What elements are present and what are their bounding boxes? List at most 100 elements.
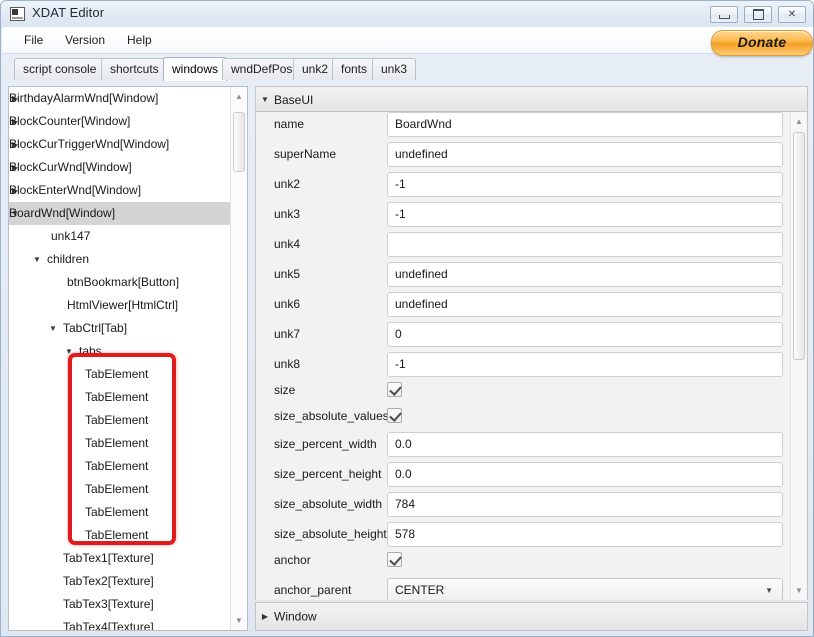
- window-tree-list[interactable]: ▶ BirthdayAlarmWnd[Window] ▶ BlockCounter[…: [9, 87, 231, 630]
- section-header-window[interactable]: ▶ Window: [255, 602, 808, 631]
- property-label: anchor_parent: [274, 583, 352, 597]
- tree-item-label: TabElement: [85, 367, 149, 381]
- property-label: size_absolute_values: [274, 409, 389, 423]
- property-input-size-absolute-width[interactable]: 784: [387, 492, 783, 517]
- property-label: anchor: [274, 553, 311, 567]
- properties-panel: ▼ BaseUI name BoardWnd superName undefine…: [255, 81, 808, 631]
- property-label: name: [274, 117, 305, 131]
- property-input-unk2[interactable]: -1: [387, 172, 783, 197]
- chevron-down-icon[interactable]: ▼: [765, 579, 773, 600]
- property-label: size: [274, 383, 296, 397]
- tab-unk3[interactable]: unk3: [372, 58, 417, 80]
- property-label: size_absolute_height: [274, 527, 387, 541]
- scroll-down-icon[interactable]: ▼: [231, 612, 247, 629]
- properties-scrollbar[interactable]: ▲ ▼: [790, 112, 806, 600]
- tree-row[interactable]: TabElement: [9, 386, 231, 409]
- property-label: unk7: [274, 327, 301, 341]
- tree-item-label: TabElement: [85, 390, 149, 404]
- tree-row[interactable]: TabElement: [9, 524, 231, 547]
- tree-item-label: TabTex4[Texture]: [63, 620, 154, 631]
- chevron-right-icon[interactable]: ▶: [256, 603, 274, 630]
- property-select-anchor-parent[interactable]: CENTER ▼: [387, 578, 783, 600]
- menu-item-file[interactable]: File: [16, 31, 51, 49]
- tree-row[interactable]: TabTex2[Texture]: [9, 570, 231, 593]
- tab-script-console[interactable]: script console: [14, 58, 106, 80]
- tree-item-label: TabElement: [85, 528, 149, 542]
- tree-row[interactable]: ▶ BlockCurTriggerWnd[Window]: [9, 133, 231, 156]
- tree-row[interactable]: TabElement: [9, 409, 231, 432]
- menu-item-help[interactable]: Help: [119, 31, 160, 49]
- property-input-unk3[interactable]: -1: [387, 202, 783, 227]
- tree-row[interactable]: TabElement: [9, 501, 231, 524]
- property-checkbox-size[interactable]: [387, 382, 402, 397]
- tab-fonts[interactable]: fonts: [332, 58, 377, 80]
- tree-row[interactable]: TabElement: [9, 478, 231, 501]
- tree-row-selected[interactable]: ▼ BoardWnd[Window]: [9, 202, 231, 225]
- property-input-unk4[interactable]: [387, 232, 783, 257]
- tree-row[interactable]: ▶ BlockCounter[Window]: [9, 110, 231, 133]
- tab-unk2[interactable]: unk2: [293, 58, 338, 80]
- chevron-down-icon[interactable]: ▼: [31, 248, 43, 271]
- tab-windows[interactable]: windows: [163, 57, 228, 81]
- chevron-down-icon[interactable]: ▼: [63, 340, 75, 363]
- property-label: size_absolute_width: [274, 497, 383, 511]
- chevron-down-icon[interactable]: ▼: [47, 317, 59, 340]
- properties-body: name BoardWnd superName undefined unk2 -…: [255, 112, 808, 600]
- tree-scrollbar-thumb[interactable]: [233, 112, 245, 172]
- tree-row[interactable]: ▶ BlockCurWnd[Window]: [9, 156, 231, 179]
- tree-scrollbar[interactable]: ▲ ▼: [230, 87, 247, 630]
- menu-bar: File Version Help: [2, 27, 813, 54]
- property-input-size-percent-height[interactable]: 0.0: [387, 462, 783, 487]
- property-label: unk2: [274, 177, 301, 191]
- tree-row[interactable]: btnBookmark[Button]: [9, 271, 231, 294]
- property-label: unk5: [274, 267, 301, 281]
- property-input-name[interactable]: BoardWnd: [387, 112, 783, 137]
- tree-item-label: TabElement: [85, 459, 149, 473]
- tree-item-label: BlockCurTriggerWnd[Window]: [9, 137, 170, 151]
- property-label: unk3: [274, 207, 301, 221]
- content-area: ▶ BirthdayAlarmWnd[Window] ▶ BlockCounter[…: [8, 81, 808, 631]
- tree-row[interactable]: TabTex1[Texture]: [9, 547, 231, 570]
- property-input-unk7[interactable]: 0: [387, 322, 783, 347]
- menu-item-version[interactable]: Version: [57, 31, 113, 49]
- property-input-unk6[interactable]: undefined: [387, 292, 783, 317]
- tree-row[interactable]: TabElement: [9, 363, 231, 386]
- section-title: Window: [274, 609, 317, 624]
- tree-row[interactable]: ▼ TabCtrl[Tab]: [9, 317, 231, 340]
- tree-row[interactable]: TabTex3[Texture]: [9, 593, 231, 616]
- property-input-size-percent-width[interactable]: 0.0: [387, 432, 783, 457]
- tree-row[interactable]: ▶ BlockEnterWnd[Window]: [9, 179, 231, 202]
- tree-row[interactable]: ▼ children: [9, 248, 231, 271]
- property-checkbox-size-absolute-values[interactable]: [387, 408, 402, 423]
- minimize-icon: [711, 7, 737, 22]
- property-label: size_percent_height: [274, 467, 382, 481]
- property-checkbox-anchor[interactable]: [387, 552, 402, 567]
- tree-row[interactable]: ▶ BirthdayAlarmWnd[Window]: [9, 87, 231, 110]
- maximize-button[interactable]: [744, 6, 772, 23]
- minimize-button[interactable]: [710, 6, 738, 23]
- tree-row[interactable]: ▼ tabs: [9, 340, 231, 363]
- scroll-up-icon[interactable]: ▲: [231, 88, 247, 105]
- tab-wnddefpos[interactable]: wndDefPos: [222, 58, 302, 80]
- tree-item-label: BlockCurWnd[Window]: [9, 160, 132, 174]
- tree-row[interactable]: HtmlViewer[HtmlCtrl]: [9, 294, 231, 317]
- scroll-up-icon[interactable]: ▲: [791, 113, 807, 130]
- chevron-down-icon[interactable]: ▼: [256, 88, 274, 112]
- tree-item-label: TabTex3[Texture]: [63, 597, 154, 611]
- tree-row[interactable]: TabElement: [9, 455, 231, 478]
- property-input-unk8[interactable]: -1: [387, 352, 783, 377]
- property-input-size-absolute-height[interactable]: 578: [387, 522, 783, 547]
- tree-row[interactable]: unk147: [9, 225, 231, 248]
- tab-shortcuts[interactable]: shortcuts: [101, 58, 168, 80]
- properties-scrollbar-thumb[interactable]: [793, 132, 805, 360]
- tree-row[interactable]: TabElement: [9, 432, 231, 455]
- section-header-baseui[interactable]: ▼ BaseUI: [255, 86, 808, 112]
- tree-item-label: BirthdayAlarmWnd[Window]: [9, 91, 159, 105]
- tree-item-label: BlockCounter[Window]: [9, 114, 131, 128]
- scroll-down-icon[interactable]: ▼: [791, 582, 807, 599]
- tree-row[interactable]: TabTex4[Texture]: [9, 616, 231, 631]
- property-input-supername[interactable]: undefined: [387, 142, 783, 167]
- property-label: unk4: [274, 237, 301, 251]
- property-input-unk5[interactable]: undefined: [387, 262, 783, 287]
- close-button[interactable]: ✕: [778, 6, 806, 23]
